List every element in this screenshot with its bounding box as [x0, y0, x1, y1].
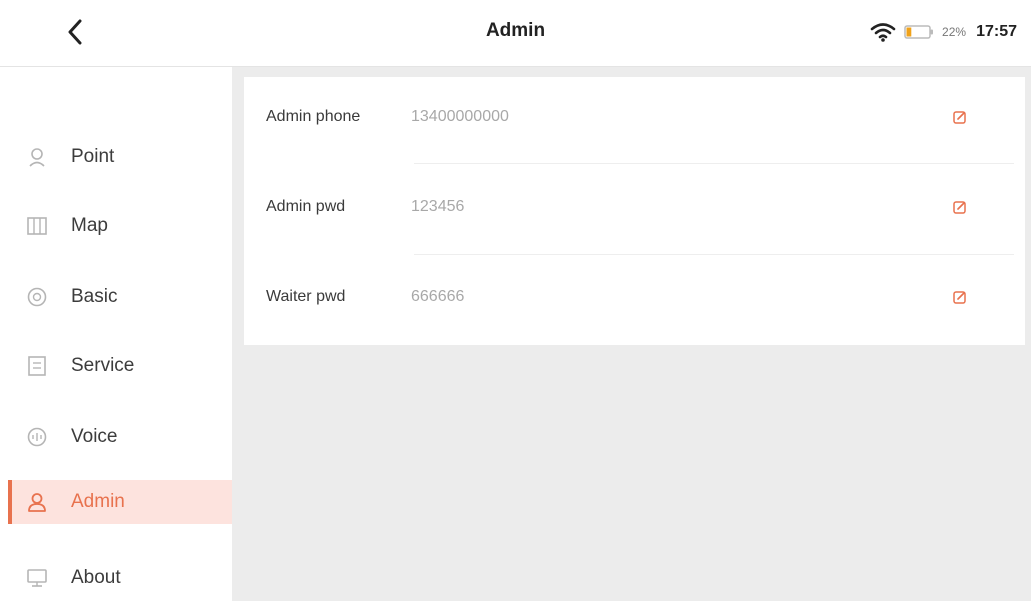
admin-user-icon	[28, 493, 46, 512]
sidebar-item-voice[interactable]: Voice	[8, 415, 232, 459]
edit-button[interactable]	[950, 287, 970, 307]
sidebar-item-label: Voice	[71, 426, 118, 447]
edit-icon	[953, 201, 966, 214]
setting-label: Admin pwd	[266, 198, 346, 215]
sidebar-item-point[interactable]: Point	[8, 135, 232, 179]
edit-button[interactable]	[950, 197, 970, 217]
setting-row-admin-pwd[interactable]: Admin pwd 123456	[244, 167, 1025, 257]
sidebar-item-label: Admin	[71, 491, 125, 512]
setting-label: Admin phone	[266, 108, 361, 125]
setting-row-admin-phone[interactable]: Admin phone 13400000000	[244, 77, 1025, 167]
setting-row-waiter-pwd[interactable]: Waiter pwd 666666	[244, 257, 1025, 347]
sidebar-item-admin[interactable]: Admin	[8, 480, 232, 524]
sidebar-item-label: Map	[71, 215, 108, 236]
top-bar: Admin 22% 17:57	[0, 0, 1031, 67]
edit-icon	[953, 291, 966, 304]
basic-settings-icon	[27, 287, 47, 307]
battery-percentage: 22%	[942, 25, 967, 39]
about-monitor-icon	[27, 569, 47, 587]
row-divider	[414, 254, 1014, 255]
wifi-icon	[870, 23, 896, 42]
setting-value: 123456	[411, 198, 465, 215]
service-document-icon	[28, 356, 46, 376]
edit-button[interactable]	[950, 107, 970, 127]
edit-icon	[953, 111, 966, 124]
clock-time: 17:57	[976, 23, 1017, 40]
sidebar: Point Map Basic Service Voice Admin Abou…	[0, 67, 232, 601]
voice-icon	[27, 427, 47, 447]
sidebar-item-service[interactable]: Service	[8, 344, 232, 388]
sidebar-item-map[interactable]: Map	[8, 204, 232, 248]
battery-icon	[904, 25, 934, 39]
setting-value: 666666	[411, 288, 465, 305]
sidebar-item-basic[interactable]: Basic	[8, 275, 232, 319]
setting-label: Waiter pwd	[266, 288, 346, 305]
row-divider	[414, 163, 1014, 164]
sidebar-item-about[interactable]: About	[8, 556, 232, 600]
sidebar-item-label: Point	[71, 146, 115, 167]
battery-fill	[906, 27, 912, 37]
admin-settings-card: Admin phone 13400000000 Admin pwd 123456…	[244, 77, 1025, 345]
sidebar-item-label: About	[71, 567, 121, 588]
sidebar-item-label: Service	[71, 355, 135, 376]
setting-value: 13400000000	[411, 108, 509, 125]
status-indicators: 22% 17:57	[870, 18, 1017, 46]
location-pin-icon	[29, 148, 45, 167]
map-icon	[27, 217, 47, 235]
sidebar-item-label: Basic	[71, 286, 118, 307]
